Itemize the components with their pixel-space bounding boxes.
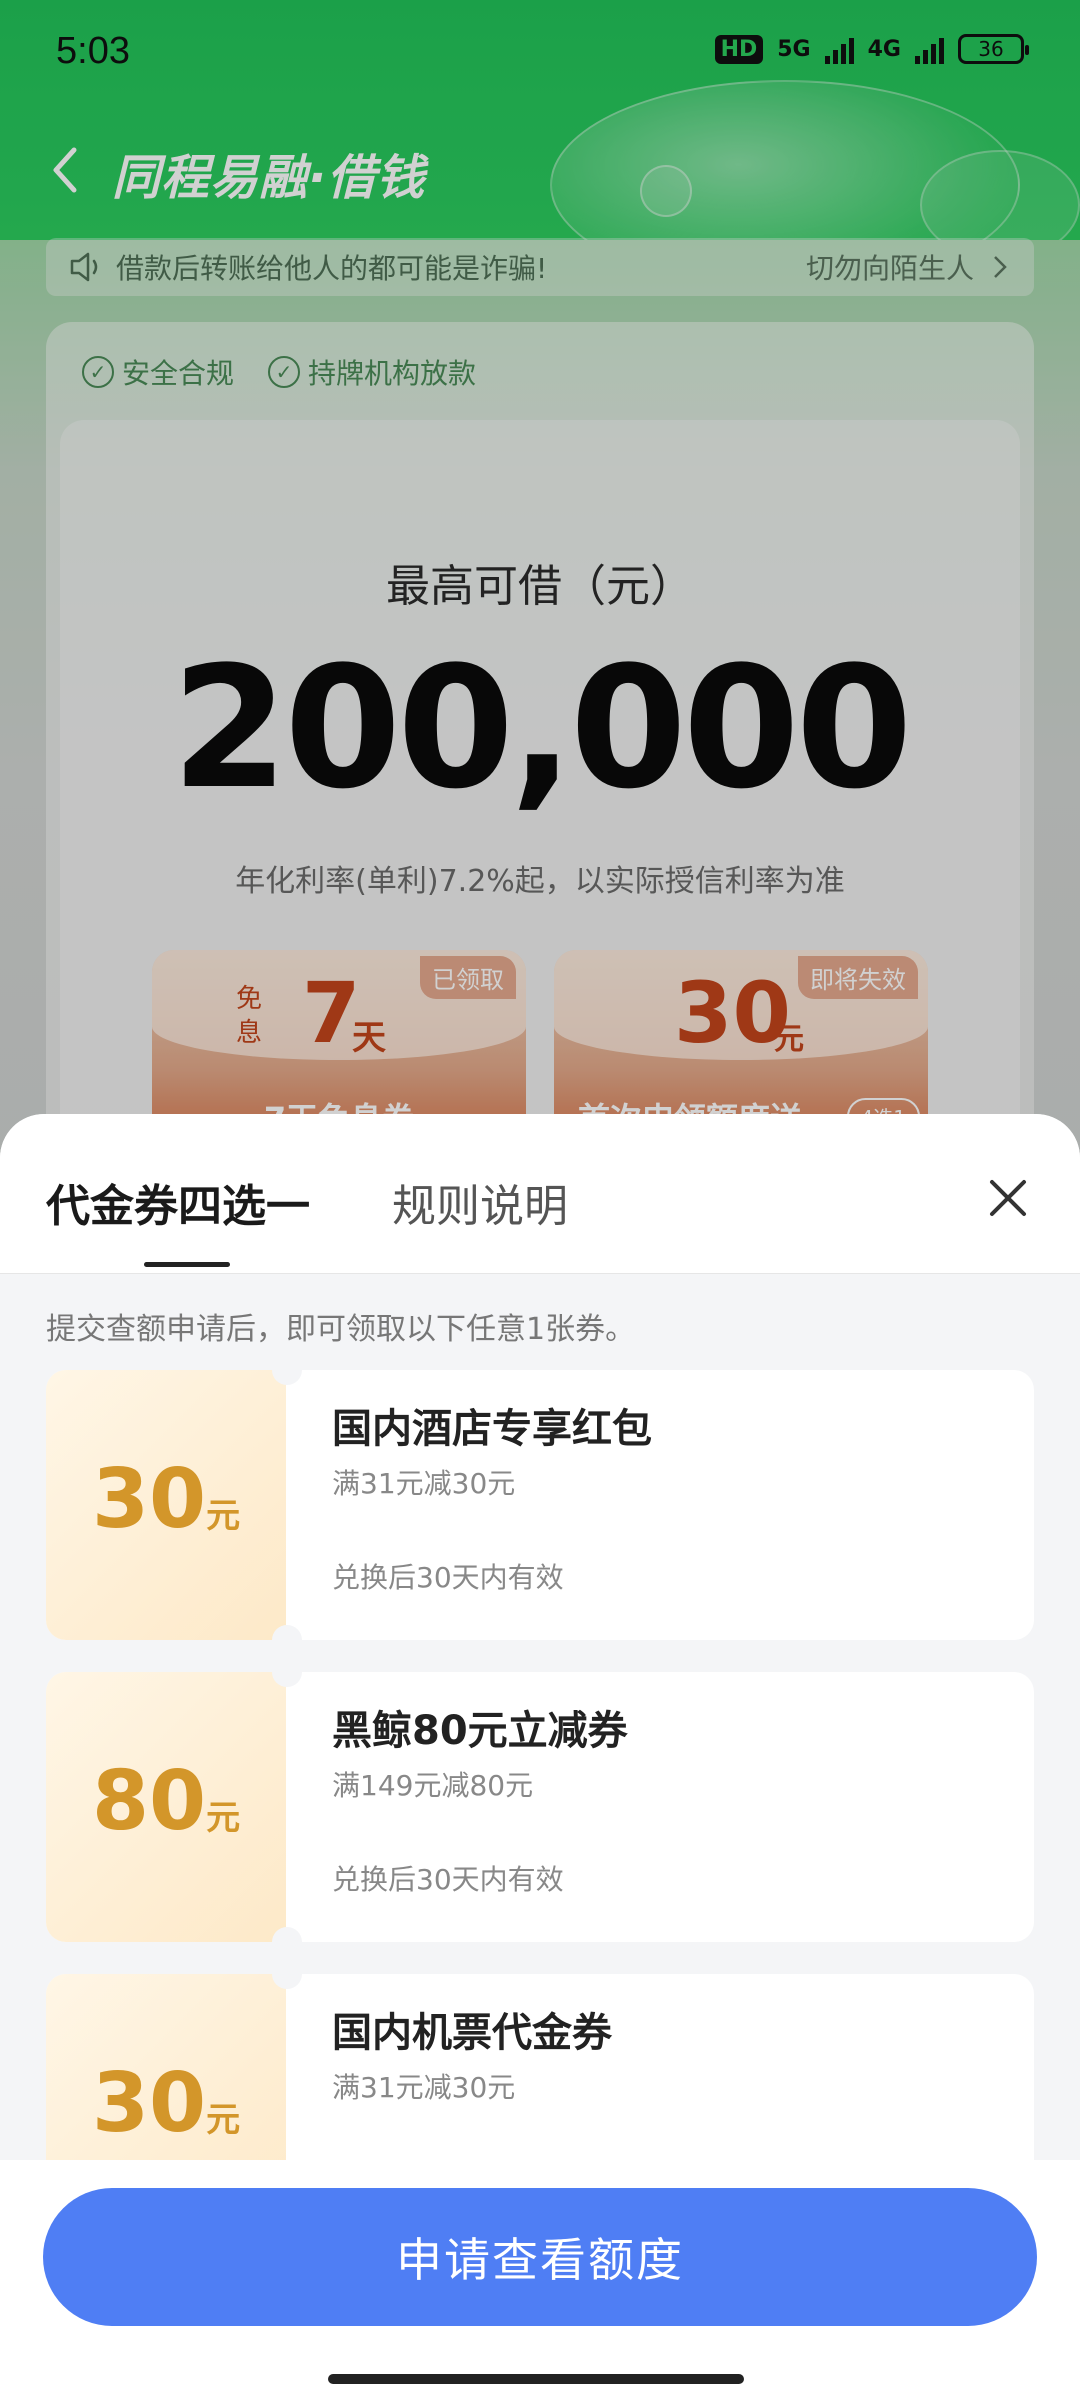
voucher-title: 黑鲸80元立减券	[332, 1708, 628, 1754]
voucher-card[interactable]: 80元 黑鲸80元立减券 满149元减80元 兑换后30天内有效	[46, 1672, 1034, 1942]
voucher-amount-unit: 元	[206, 1798, 241, 1838]
voucher-amount: 30元	[46, 1452, 286, 1547]
close-icon[interactable]	[984, 1174, 1032, 1222]
voucher-validity: 兑换后30天内有效	[332, 1561, 564, 1594]
apply-check-limit-button[interactable]: 申请查看额度	[43, 2188, 1037, 2326]
home-indicator[interactable]	[328, 2374, 744, 2384]
voucher-amount-number: 30	[91, 2056, 207, 2151]
voucher-amount: 80元	[46, 1754, 286, 1849]
voucher-amount-number: 80	[91, 1754, 207, 1849]
voucher-card[interactable]: 30元 国内酒店专享红包 满31元减30元 兑换后30天内有效	[46, 1370, 1034, 1640]
tab-indicator	[144, 1262, 230, 1267]
tab-rules[interactable]: 规则说明	[392, 1170, 568, 1234]
voucher-bottom-sheet: 代金券四选一 规则说明 提交查额申请后，即可领取以下任意1张券。 30元 国内酒…	[0, 1114, 1080, 2400]
tab-vouchers[interactable]: 代金券四选一	[46, 1170, 310, 1234]
voucher-amount-unit: 元	[206, 1496, 241, 1536]
voucher-condition: 满149元减80元	[332, 1769, 534, 1802]
sheet-hint: 提交查额申请后，即可领取以下任意1张券。	[46, 1312, 636, 1347]
voucher-condition: 满31元减30元	[332, 2071, 516, 2104]
voucher-title: 国内机票代金券	[332, 2010, 612, 2056]
voucher-condition: 满31元减30元	[332, 1467, 516, 1500]
voucher-validity: 兑换后30天内有效	[332, 1863, 564, 1896]
voucher-amount-number: 30	[91, 1452, 207, 1547]
voucher-list: 30元 国内酒店专享红包 满31元减30元 兑换后30天内有效 80元 黑鲸80…	[46, 1370, 1036, 2276]
voucher-title: 国内酒店专享红包	[332, 1406, 652, 1452]
sheet-footer: 申请查看额度	[0, 2160, 1080, 2400]
sheet-header: 代金券四选一 规则说明	[0, 1114, 1080, 1274]
voucher-amount: 30元	[46, 2056, 286, 2151]
voucher-amount-unit: 元	[206, 2100, 241, 2140]
